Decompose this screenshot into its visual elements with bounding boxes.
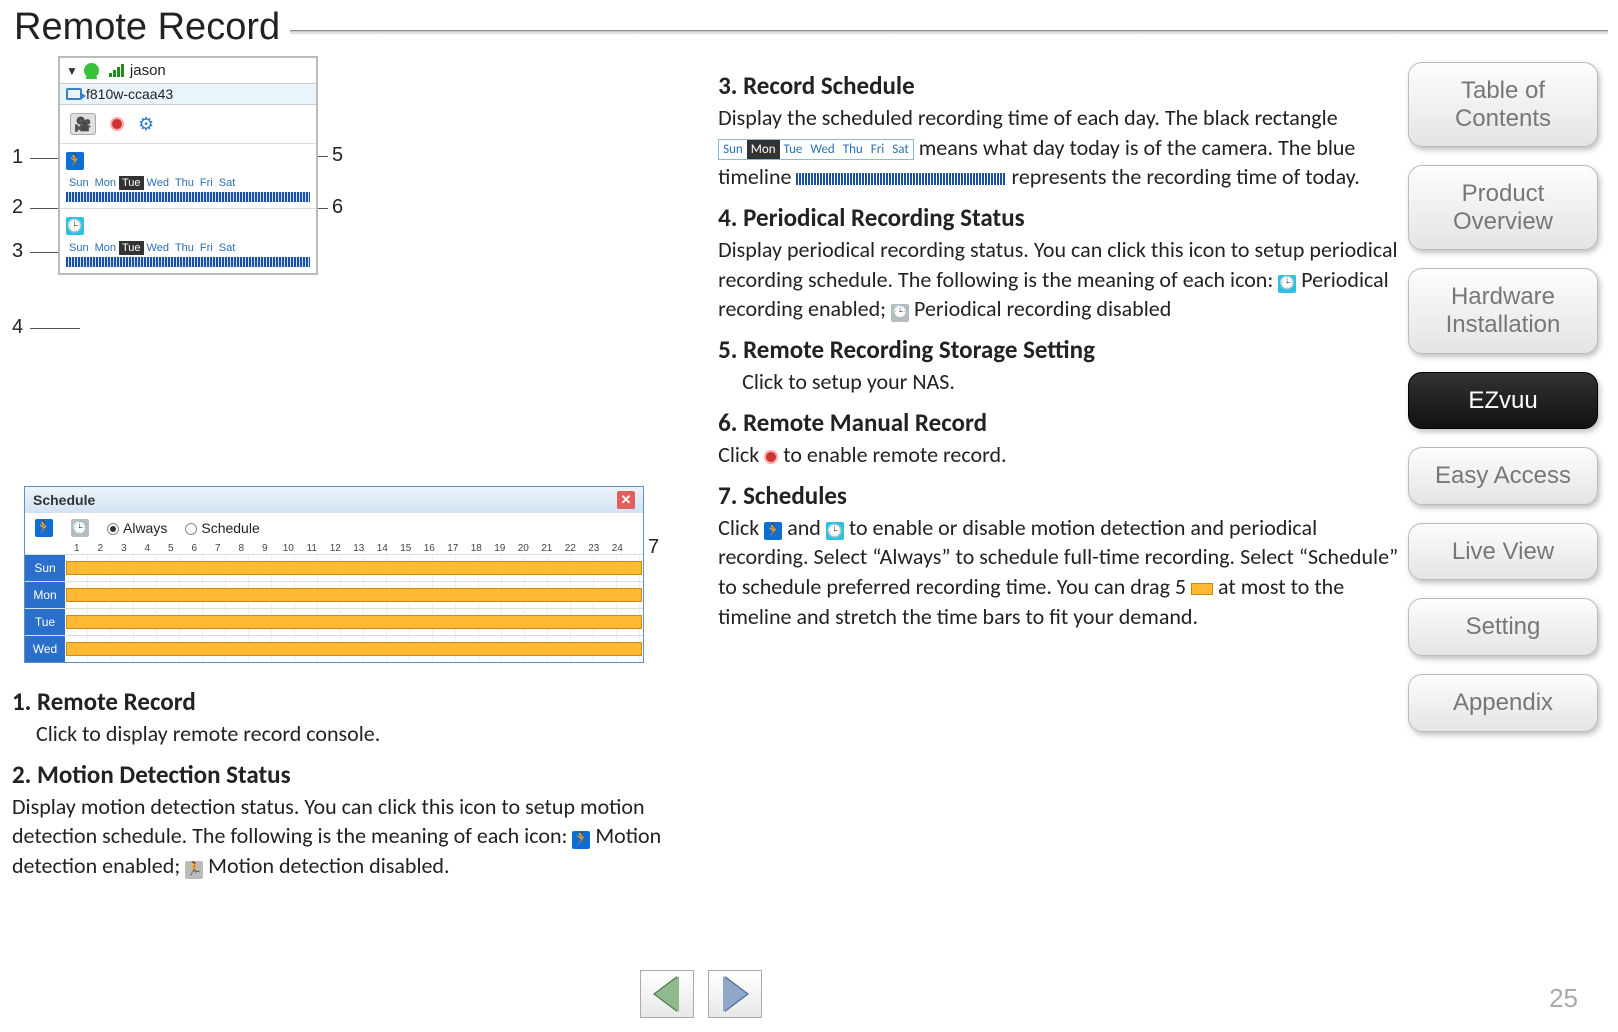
schedule-title-label: Schedule bbox=[33, 492, 95, 508]
timebar-icon bbox=[1191, 583, 1213, 595]
section-2: 2. Motion Detection Status Display motio… bbox=[12, 759, 686, 881]
user-icon bbox=[84, 63, 99, 78]
toolbar-row: 🎥 ⚙ bbox=[60, 105, 316, 143]
section-4-title: 4. Periodical Recording Status bbox=[718, 202, 1412, 233]
section-5-title: 5. Remote Recording Storage Setting bbox=[718, 334, 1412, 365]
motion-icon[interactable]: 🏃 bbox=[66, 152, 84, 170]
schedule-motion-icon[interactable]: 🏃 bbox=[35, 519, 53, 537]
timeline-1 bbox=[66, 192, 310, 202]
sched-row-wed[interactable]: Wed bbox=[25, 635, 643, 662]
timeline-2 bbox=[66, 257, 310, 267]
arrow-right-icon bbox=[723, 976, 747, 1012]
motion-icon-inline: 🏃 bbox=[764, 522, 782, 540]
section-1-body: Click to display remote record console. bbox=[12, 719, 686, 749]
arrow-left-icon bbox=[655, 976, 679, 1012]
pager bbox=[640, 970, 762, 1018]
section-6-title: 6. Remote Manual Record bbox=[718, 407, 1412, 438]
signal-icon bbox=[109, 64, 124, 77]
section-4: 4. Periodical Recording Status Display p… bbox=[718, 202, 1412, 324]
hour-labels: 123456789101112131415161718192021222324 bbox=[25, 543, 643, 554]
remote-record-console: ▼ jason f810w-ccaa43 🎥 ⚙ 🏃 bbox=[58, 56, 318, 275]
clock-enabled-icon: 🕒 bbox=[1278, 275, 1296, 293]
section-3: 3. Record Schedule Display the scheduled… bbox=[718, 70, 1412, 192]
section-1-title: 1. Remote Record bbox=[12, 686, 686, 717]
status-block-2: 🕒 SunMonTueWedThuFriSat bbox=[60, 208, 316, 267]
day-strip-1: SunMonTueWedThuFriSat bbox=[60, 174, 316, 190]
sched-row-sun[interactable]: Sun bbox=[25, 554, 643, 581]
day-strip-2: SunMonTueWedThuFriSat bbox=[60, 239, 316, 255]
section-7-title: 7. Schedules bbox=[718, 480, 1412, 511]
callout-4: 4 bbox=[12, 316, 23, 339]
callout-1: 1 bbox=[12, 146, 23, 169]
nav-toc[interactable]: Table of Contents bbox=[1408, 62, 1598, 147]
callout-5: 5 bbox=[332, 144, 343, 167]
sched-row-mon[interactable]: Mon bbox=[25, 581, 643, 608]
section-2-body: Display motion detection status. You can… bbox=[12, 792, 686, 881]
section-5-body: Click to setup your NAS. bbox=[718, 367, 1412, 397]
status-block-1: 🏃 SunMonTueWedThuFriSat bbox=[60, 143, 316, 202]
motion-enabled-icon: 🏃 bbox=[572, 831, 590, 849]
page-number: 25 bbox=[1549, 983, 1578, 1014]
page-title: Remote Record bbox=[0, 0, 294, 55]
clock-icon[interactable]: 🕒 bbox=[66, 217, 84, 235]
nav-hardware-installation[interactable]: Hardware Installation bbox=[1408, 268, 1598, 353]
console-header: ▼ jason bbox=[60, 58, 316, 84]
section-7-body: Click 🏃 and 🕒 to enable or disable motio… bbox=[718, 513, 1412, 632]
nav-setting[interactable]: Setting bbox=[1408, 598, 1598, 656]
section-6: 6. Remote Manual Record Click to enable … bbox=[718, 407, 1412, 470]
nav-sidebar: Table of Contents Product Overview Hardw… bbox=[1408, 62, 1598, 732]
collapse-icon[interactable]: ▼ bbox=[66, 64, 78, 78]
title-divider bbox=[290, 30, 1608, 34]
nav-product-overview[interactable]: Product Overview bbox=[1408, 165, 1598, 250]
section-5: 5. Remote Recording Storage Setting Clic… bbox=[718, 334, 1412, 397]
nav-live-view[interactable]: Live View bbox=[1408, 523, 1598, 581]
left-column: 1 2 3 4 5 6 ▼ jason f810w-ccaa43 🎥 bbox=[12, 56, 686, 881]
schedule-grid: 123456789101112131415161718192021222324 … bbox=[25, 543, 643, 662]
callout-3: 3 bbox=[12, 240, 23, 263]
console-screenshot: 1 2 3 4 5 6 ▼ jason f810w-ccaa43 🎥 bbox=[12, 56, 672, 436]
sched-row-tue[interactable]: Tue bbox=[25, 608, 643, 635]
content-area: 1 2 3 4 5 6 ▼ jason f810w-ccaa43 🎥 bbox=[12, 56, 1412, 881]
record-dot-icon bbox=[764, 450, 778, 464]
device-id-label: f810w-ccaa43 bbox=[86, 86, 173, 102]
clock-icon-inline: 🕒 bbox=[826, 522, 844, 540]
schedule-clock-icon[interactable]: 🕒 bbox=[71, 519, 89, 537]
schedule-mode-row: 🏃 🕒 Always Schedule bbox=[25, 513, 643, 543]
inline-timeline-icon bbox=[796, 173, 1006, 185]
close-icon[interactable]: ✕ bbox=[617, 491, 635, 509]
nav-appendix[interactable]: Appendix bbox=[1408, 674, 1598, 732]
callout-6: 6 bbox=[332, 196, 343, 219]
schedule-titlebar: Schedule ✕ bbox=[25, 487, 643, 513]
radio-schedule[interactable]: Schedule bbox=[185, 520, 259, 536]
radio-always[interactable]: Always bbox=[107, 520, 167, 536]
device-row[interactable]: f810w-ccaa43 bbox=[60, 84, 316, 105]
right-column: 3. Record Schedule Display the scheduled… bbox=[718, 56, 1412, 881]
schedule-panel: Schedule ✕ 🏃 🕒 Always Schedule 123456789… bbox=[24, 486, 644, 663]
section-4-body: Display periodical recording status. You… bbox=[718, 235, 1412, 324]
next-page-button[interactable] bbox=[708, 970, 762, 1018]
inline-day-strip-icon: SunMonTueWedThuFriSat bbox=[718, 139, 914, 161]
prev-page-button[interactable] bbox=[640, 970, 694, 1018]
section-1: 1. Remote Record Click to display remote… bbox=[12, 686, 686, 749]
section-6-body: Click to enable remote record. bbox=[718, 440, 1412, 470]
motion-disabled-icon: 🏃 bbox=[185, 861, 203, 879]
remote-record-icon[interactable]: 🎥 bbox=[70, 113, 96, 135]
nav-ezvuu[interactable]: EZvuu bbox=[1408, 372, 1598, 430]
record-button-icon[interactable] bbox=[110, 117, 124, 131]
user-name-label: jason bbox=[130, 62, 166, 79]
storage-setting-icon[interactable]: ⚙ bbox=[138, 114, 154, 135]
clock-disabled-icon: 🕒 bbox=[891, 304, 909, 322]
callout-7: 7 bbox=[648, 536, 659, 559]
section-2-title: 2. Motion Detection Status bbox=[12, 759, 686, 790]
section-3-title: 3. Record Schedule bbox=[718, 70, 1412, 101]
camera-icon bbox=[66, 88, 82, 100]
callout-2: 2 bbox=[12, 196, 23, 219]
section-3-body: Display the scheduled recording time of … bbox=[718, 103, 1412, 192]
nav-easy-access[interactable]: Easy Access bbox=[1408, 447, 1598, 505]
section-7: 7. Schedules Click 🏃 and 🕒 to enable or … bbox=[718, 480, 1412, 632]
